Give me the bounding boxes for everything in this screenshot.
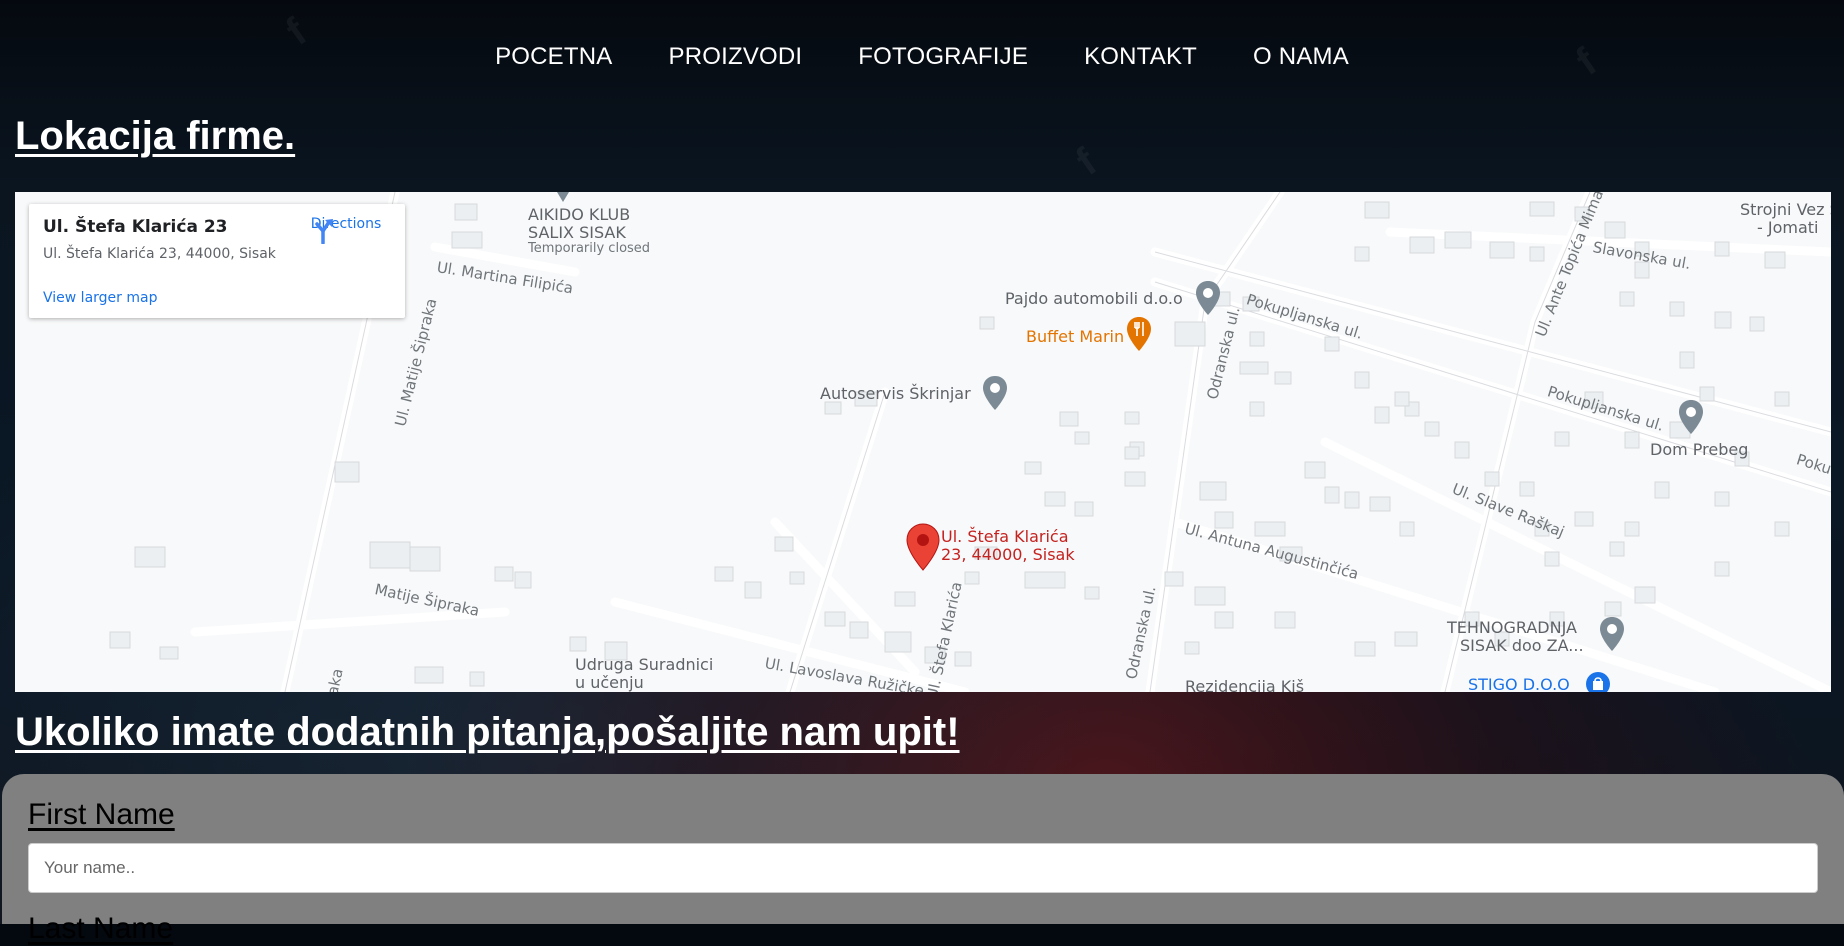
poi-marker-icon <box>557 192 569 202</box>
last-name-label: Last Name <box>28 912 174 945</box>
location-pin-icon[interactable] <box>905 522 941 572</box>
place-label: u učenju <box>575 673 644 692</box>
first-name-label: First Name <box>28 798 175 831</box>
place-label: - Jomati <box>1757 218 1819 237</box>
map-card-address: Ul. Štefa Klarića 23, 44000, Sisak <box>43 246 276 262</box>
place-label: STIGO D.O.O <box>1468 675 1570 692</box>
nav-item-fotografije[interactable]: FOTOGRAFIJE <box>830 43 1056 71</box>
place-label: Strojni Vez S <box>1740 200 1831 219</box>
nav-item-o-nama[interactable]: O NAMA <box>1225 43 1377 71</box>
directions-icon <box>315 219 333 244</box>
map-card-title: Ul. Štefa Klarića 23 <box>43 217 228 237</box>
location-heading: Lokacija firme. <box>15 114 296 158</box>
poi-pin-icon[interactable] <box>1678 399 1704 435</box>
place-label: Autoservis Škrinjar <box>820 384 971 403</box>
place-label: Dom Prebeg <box>1650 440 1749 459</box>
watermark: f <box>1068 140 1105 184</box>
map-info-card: Ul. Štefa Klarića 23 Ul. Štefa Klarića 2… <box>29 204 405 318</box>
first-name-input[interactable] <box>28 843 1818 893</box>
poi-pin-icon[interactable] <box>1599 616 1625 652</box>
nav-item-kontakt[interactable]: KONTAKT <box>1056 43 1225 71</box>
place-label: Pajdo automobili d.o.o <box>1005 289 1183 308</box>
directions-button[interactable]: Directions <box>309 216 383 244</box>
main-nav: POCETNA PROIZVODI FOTOGRAFIJE KONTAKT O … <box>0 0 1844 114</box>
shopping-pin-icon[interactable] <box>1585 671 1611 692</box>
place-label: AIKIDO KLUB <box>528 205 631 224</box>
pin-address-label: Ul. Štefa Klarića <box>941 527 1069 546</box>
place-label: Buffet Marin <box>1026 327 1125 346</box>
inquiry-heading: Ukoliko imate dodatnih pitanja,pošaljite… <box>15 710 960 754</box>
place-label: SALIX SISAK <box>528 223 626 242</box>
view-larger-map-link[interactable]: View larger map <box>43 290 157 306</box>
place-status: Temporarily closed <box>528 241 651 256</box>
nav-item-pocetna[interactable]: POCETNA <box>467 43 640 71</box>
poi-pin-icon[interactable] <box>982 375 1008 411</box>
restaurant-pin-icon[interactable] <box>1126 316 1152 352</box>
poi-pin-icon[interactable] <box>1195 280 1221 316</box>
place-label: TEHNOGRADNJA <box>1447 618 1577 637</box>
embedded-map[interactable]: Ul. Štefa Klarića 23 Ul. Štefa Klarića 2… <box>15 192 1831 692</box>
place-label: SISAK doo ZA... <box>1460 636 1584 655</box>
pin-address-label: 23, 44000, Sisak <box>941 545 1075 564</box>
nav-item-proizvodi[interactable]: PROIZVODI <box>640 43 830 71</box>
contact-form: First Name Last Name <box>2 774 1844 945</box>
place-label: Rezidencija Kiš <box>1185 677 1305 692</box>
place-label: Udruga Suradnici <box>575 655 714 674</box>
